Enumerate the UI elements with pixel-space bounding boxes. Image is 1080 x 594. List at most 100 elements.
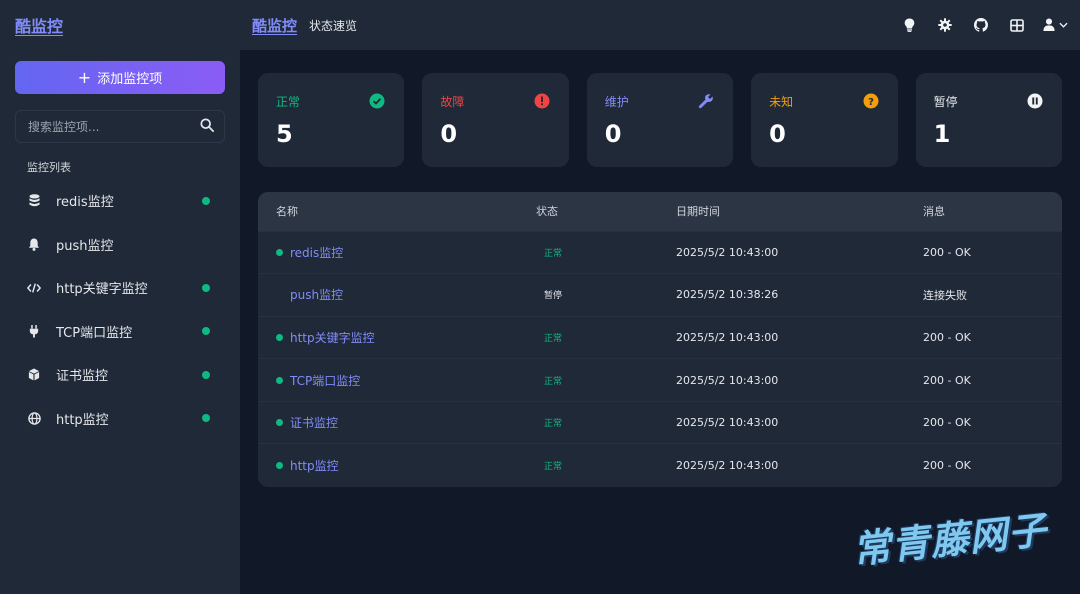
table-row[interactable]: http关键字监控 正常 2025/5/2 10:43:00 200 - OK — [258, 316, 1062, 359]
summary-cards: 正常 5 故障 0 维护 0 未知 0 ? 暂停 1 — [258, 73, 1062, 167]
message-cell: 200 - OK — [923, 330, 971, 344]
main-area: 酷监控 状态速览 正常 5 故障 0 维护 0 未知 0 ? 暂停 1 名称 状… — [240, 0, 1080, 594]
summary-card-up: 正常 5 — [258, 73, 405, 167]
datetime-cell: 2025/5/2 10:43:00 — [676, 330, 779, 344]
status-dot — [276, 248, 283, 256]
gear-icon[interactable] — [937, 17, 953, 33]
sidebar-item-http-keyword[interactable]: http关键字监控 — [0, 266, 240, 310]
header-message: 消息 — [923, 205, 945, 219]
sidebar-item-tcp[interactable]: TCP端口监控 — [0, 310, 240, 354]
status-dot — [202, 370, 210, 379]
message-cell: 连接失败 — [923, 288, 967, 302]
bell-icon — [27, 237, 41, 251]
summary-card-down: 故障 0 — [422, 73, 569, 167]
topbar: 酷监控 状态速览 — [240, 0, 1080, 50]
status-badge: 正常 — [544, 376, 563, 387]
datetime-cell: 2025/5/2 10:43:00 — [676, 416, 779, 430]
status-badge: 正常 — [544, 333, 563, 344]
sidebar-item-redis[interactable]: redis监控 — [0, 179, 240, 223]
monitor-name-link[interactable]: redis监控 — [290, 244, 343, 261]
datetime-cell: 2025/5/2 10:43:00 — [676, 459, 779, 473]
table-row[interactable]: redis监控 正常 2025/5/2 10:43:00 200 - OK — [258, 231, 1062, 274]
add-monitor-button[interactable]: + 添加监控项 — [15, 61, 225, 94]
add-monitor-label: 添加监控项 — [97, 72, 163, 87]
table-header-row: 名称 状态 日期时间 消息 — [258, 192, 1062, 231]
plus-icon: + — [77, 67, 92, 87]
exclamation-circle-icon — [534, 93, 550, 109]
status-badge: 正常 — [544, 462, 563, 473]
table-row[interactable]: TCP端口监控 正常 2025/5/2 10:43:00 200 - OK — [258, 358, 1062, 402]
monitor-name-link[interactable]: http监控 — [290, 457, 339, 474]
status-dot — [276, 333, 283, 341]
code-icon — [27, 281, 41, 295]
svg-text:?: ? — [868, 97, 874, 108]
database-icon — [27, 194, 41, 208]
monitor-name-link[interactable]: 证书监控 — [290, 414, 338, 431]
monitor-name-link[interactable]: TCP端口监控 — [290, 372, 360, 389]
search-input[interactable] — [28, 119, 200, 134]
app-root: 酷监控 + 添加监控项 监控列表 redis监控 — [0, 0, 1080, 594]
message-cell: 200 - OK — [923, 373, 971, 387]
table-row[interactable]: 证书监控 正常 2025/5/2 10:43:00 200 - OK — [258, 401, 1062, 444]
grid-icon[interactable] — [1009, 17, 1025, 33]
status-dot — [202, 414, 210, 423]
question-circle-icon: ? — [863, 93, 879, 109]
search-icon[interactable] — [200, 117, 214, 136]
chevron-down-icon — [1059, 22, 1068, 28]
pause-circle-icon — [1027, 93, 1043, 109]
header-name: 名称 — [276, 205, 298, 219]
status-badge: 正常 — [544, 248, 563, 259]
status-badge: 暂停 — [544, 291, 563, 302]
message-cell: 200 - OK — [923, 459, 971, 473]
user-menu[interactable] — [1043, 16, 1068, 35]
sidebar-item-label: redis监控 — [56, 195, 114, 211]
wrench-icon — [698, 93, 714, 109]
sidebar-item-http[interactable]: http监控 — [0, 397, 240, 441]
sidebar-item-label: http监控 — [56, 412, 109, 428]
sidebar-item-label: http关键字监控 — [56, 282, 148, 298]
summary-card-unknown: 未知 0 ? — [751, 73, 898, 167]
sidebar: 酷监控 + 添加监控项 监控列表 redis监控 — [0, 0, 240, 594]
message-cell: 200 - OK — [923, 416, 971, 430]
check-circle-icon — [369, 93, 385, 109]
sidebar-item-label: TCP端口监控 — [56, 325, 133, 341]
message-cell: 200 - OK — [923, 245, 971, 259]
sidebar-item-push[interactable]: push监控 — [0, 223, 240, 267]
table-row[interactable]: push监控 暂停 2025/5/2 10:38:26 连接失败 — [258, 273, 1062, 317]
summary-card-maintenance: 维护 0 — [586, 73, 734, 167]
card-count: 0 — [440, 120, 458, 148]
watermark: 常青藤网子 — [850, 507, 1050, 573]
sidebar-item-label: push监控 — [56, 238, 114, 254]
status-badge: 正常 — [544, 419, 563, 430]
card-count: 1 — [933, 120, 951, 148]
sidebar-item-cert[interactable]: 证书监控 — [0, 353, 240, 397]
cube-icon — [27, 368, 41, 382]
header-datetime: 日期时间 — [676, 205, 720, 219]
card-count: 0 — [604, 120, 622, 148]
status-dot — [276, 419, 283, 427]
datetime-cell: 2025/5/2 10:43:00 — [676, 245, 779, 259]
search-box — [15, 110, 225, 143]
status-dot — [202, 283, 210, 292]
globe-icon — [27, 411, 41, 425]
card-count: 0 — [769, 120, 786, 148]
github-icon[interactable] — [973, 17, 989, 33]
lightbulb-icon[interactable] — [901, 17, 917, 33]
monitor-name-link[interactable]: push监控 — [290, 286, 343, 303]
status-dot — [276, 376, 283, 384]
summary-card-paused: 暂停 1 — [915, 73, 1062, 167]
status-dot — [202, 196, 210, 205]
sidebar-item-label: 证书监控 — [56, 369, 109, 385]
datetime-cell: 2025/5/2 10:43:00 — [676, 373, 779, 387]
plug-icon — [27, 324, 41, 338]
topbar-brand[interactable]: 酷监控 — [252, 15, 297, 36]
header-status: 状态 — [536, 205, 558, 219]
sidebar-brand[interactable]: 酷监控 — [0, 0, 240, 50]
content: 正常 5 故障 0 维护 0 未知 0 ? 暂停 1 名称 状态 日期时间 消息… — [240, 50, 1080, 594]
monitor-table: 名称 状态 日期时间 消息 redis监控 正常 2025/5/2 10:43:… — [258, 192, 1062, 487]
table-row[interactable]: http监控 正常 2025/5/2 10:43:00 200 - OK — [258, 443, 1062, 487]
datetime-cell: 2025/5/2 10:38:26 — [676, 288, 779, 302]
monitor-name-link[interactable]: http关键字监控 — [290, 329, 375, 346]
user-icon — [1043, 16, 1055, 35]
card-count: 5 — [276, 120, 293, 148]
